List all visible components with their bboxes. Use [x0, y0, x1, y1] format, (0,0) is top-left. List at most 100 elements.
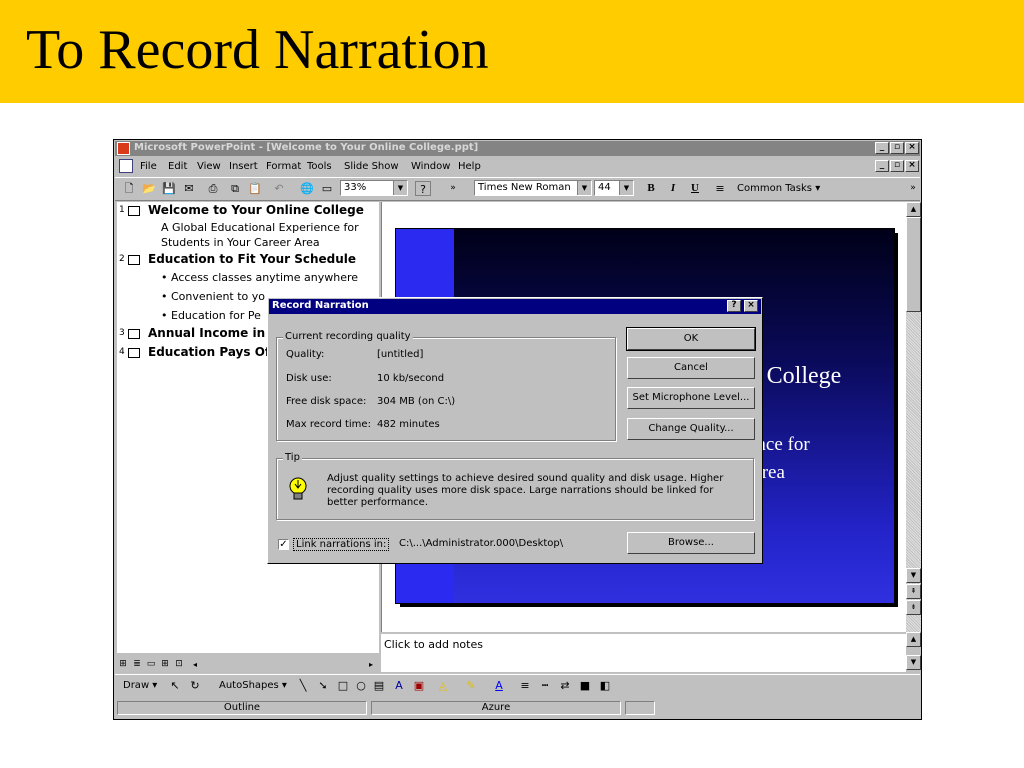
- wordart-icon[interactable]: A: [391, 678, 407, 693]
- menu-view[interactable]: View: [197, 161, 221, 172]
- line-icon[interactable]: ╲: [295, 678, 311, 693]
- link-narrations-label[interactable]: Link narrations in:: [293, 538, 390, 551]
- open-icon[interactable]: 📂: [141, 181, 157, 196]
- scroll-right-icon[interactable]: ▸: [363, 657, 379, 672]
- link-narrations-checkbox[interactable]: ✓: [278, 539, 289, 550]
- document-icon[interactable]: [119, 159, 133, 173]
- notes-placeholder[interactable]: Click to add notes: [384, 638, 483, 651]
- chevron-down-icon[interactable]: ▼: [577, 181, 591, 195]
- tables-icon[interactable]: ▭: [319, 181, 335, 196]
- more-buttons-icon[interactable]: »: [445, 181, 461, 196]
- dash-style-icon[interactable]: ┅: [537, 678, 553, 693]
- minimize-button[interactable]: _: [875, 142, 889, 154]
- outline-bullet[interactable]: • Education for Pe: [161, 309, 261, 322]
- outline-subtext[interactable]: A Global Educational Experience for: [161, 221, 359, 234]
- arrow-icon[interactable]: ➘: [315, 678, 331, 693]
- save-icon[interactable]: 💾: [161, 181, 177, 196]
- arrow-style-icon[interactable]: ⇄: [557, 678, 573, 693]
- slide-icon[interactable]: [128, 348, 140, 358]
- email-icon[interactable]: ✉: [181, 181, 197, 196]
- print-icon[interactable]: ⎙: [205, 181, 221, 196]
- draw-menu-button[interactable]: Draw ▾: [123, 680, 157, 691]
- outline-slide-title[interactable]: Education to Fit Your Schedule: [148, 252, 356, 266]
- font-size-combo[interactable]: 44 ▼: [594, 180, 634, 196]
- chevron-down-icon[interactable]: ▼: [393, 181, 407, 195]
- clip-art-icon[interactable]: ▣: [411, 678, 427, 693]
- 3d-icon[interactable]: ◧: [597, 678, 613, 693]
- menu-file[interactable]: File: [140, 161, 157, 172]
- ok-button[interactable]: OK: [626, 327, 756, 351]
- undo-icon[interactable]: ↶: [271, 181, 287, 196]
- scroll-up-icon[interactable]: ▲: [906, 632, 921, 647]
- scroll-thumb[interactable]: [906, 217, 921, 312]
- dialog-titlebar[interactable]: Record Narration ? ×: [269, 299, 761, 314]
- doc-restore-button[interactable]: ▫: [890, 160, 904, 172]
- slide-show-view-icon[interactable]: ⊡: [171, 657, 187, 672]
- scroll-up-icon[interactable]: ▲: [906, 202, 921, 217]
- toolbar-options-icon[interactable]: »: [905, 181, 921, 196]
- free-rotate-icon[interactable]: ↻: [187, 678, 203, 693]
- outline-slide-title[interactable]: Education Pays Of: [148, 345, 270, 359]
- scroll-down-icon[interactable]: ▼: [906, 655, 921, 670]
- set-microphone-level-button[interactable]: Set Microphone Level...: [627, 387, 755, 409]
- underline-button[interactable]: U: [687, 181, 703, 196]
- fill-color-icon[interactable]: ◬: [435, 678, 451, 693]
- zoom-combo[interactable]: 33% ▼: [340, 180, 408, 196]
- menu-edit[interactable]: Edit: [168, 161, 187, 172]
- slide-title-fragment[interactable]: e College: [750, 363, 841, 390]
- shadow-icon[interactable]: ■: [577, 678, 593, 693]
- close-button[interactable]: ×: [905, 142, 919, 154]
- change-quality-button[interactable]: Change Quality...: [627, 418, 755, 440]
- new-icon[interactable]: 🗋: [121, 181, 137, 196]
- doc-minimize-button[interactable]: _: [875, 160, 889, 172]
- next-slide-icon[interactable]: ⇟: [906, 600, 921, 615]
- oval-icon[interactable]: ○: [353, 678, 369, 693]
- menu-help[interactable]: Help: [458, 161, 481, 172]
- powerpoint-app-icon[interactable]: [117, 142, 130, 155]
- chevron-down-icon[interactable]: ▼: [619, 181, 633, 195]
- doc-close-button[interactable]: ×: [905, 160, 919, 172]
- copy-icon[interactable]: ⧉: [227, 181, 243, 196]
- menu-window[interactable]: Window: [411, 161, 450, 172]
- scroll-down-icon[interactable]: ▼: [906, 568, 921, 583]
- outline-bullet[interactable]: • Convenient to yo: [161, 290, 265, 303]
- help-icon[interactable]: ?: [415, 181, 431, 196]
- menu-slide-show[interactable]: Slide Show: [344, 161, 399, 172]
- window-titlebar[interactable]: Microsoft PowerPoint - [Welcome to Your …: [115, 141, 920, 156]
- browse-button[interactable]: Browse...: [627, 532, 755, 554]
- slide-icon[interactable]: [128, 329, 140, 339]
- align-left-icon[interactable]: ≡: [712, 181, 728, 196]
- slide-icon[interactable]: [128, 255, 140, 265]
- outline-bullet[interactable]: • Access classes anytime anywhere: [161, 271, 358, 284]
- outline-subtext[interactable]: Students in Your Career Area: [161, 236, 320, 249]
- outline-slide-title[interactable]: Welcome to Your Online College: [148, 203, 364, 217]
- insert-hyperlink-icon[interactable]: 🌐: [299, 181, 315, 196]
- dialog-help-button[interactable]: ?: [727, 300, 741, 312]
- menu-insert[interactable]: Insert: [229, 161, 258, 172]
- italic-button[interactable]: I: [665, 181, 681, 196]
- notes-pane[interactable]: Click to add notes: [381, 632, 906, 672]
- cancel-button[interactable]: Cancel: [627, 357, 755, 379]
- slide-vertical-scrollbar[interactable]: ▲ ▼ ⇞ ⇟: [906, 202, 921, 650]
- menu-tools[interactable]: Tools: [307, 161, 332, 172]
- font-color-icon[interactable]: A: [491, 678, 507, 693]
- paste-icon[interactable]: 📋: [247, 181, 263, 196]
- menu-format[interactable]: Format: [266, 161, 301, 172]
- dialog-close-button[interactable]: ×: [744, 300, 758, 312]
- line-color-icon[interactable]: ✎: [463, 678, 479, 693]
- text-box-icon[interactable]: ▤: [371, 678, 387, 693]
- slide-title: To Record Narration: [26, 19, 489, 81]
- link-path-value: C:\...\Administrator.000\Desktop\: [399, 538, 564, 549]
- rectangle-icon[interactable]: □: [335, 678, 351, 693]
- line-style-icon[interactable]: ≡: [517, 678, 533, 693]
- autoshapes-menu-button[interactable]: AutoShapes ▾: [219, 680, 287, 691]
- previous-slide-icon[interactable]: ⇞: [906, 584, 921, 599]
- select-pointer-icon[interactable]: ↖: [167, 678, 183, 693]
- bold-button[interactable]: B: [643, 181, 659, 196]
- common-tasks-button[interactable]: Common Tasks ▾: [737, 183, 820, 194]
- slide-icon[interactable]: [128, 206, 140, 216]
- font-combo[interactable]: Times New Roman ▼: [474, 180, 592, 196]
- restore-button[interactable]: ▫: [890, 142, 904, 154]
- scroll-left-icon[interactable]: ◂: [187, 657, 203, 672]
- notes-scrollbar[interactable]: ▲ ▼: [906, 632, 921, 670]
